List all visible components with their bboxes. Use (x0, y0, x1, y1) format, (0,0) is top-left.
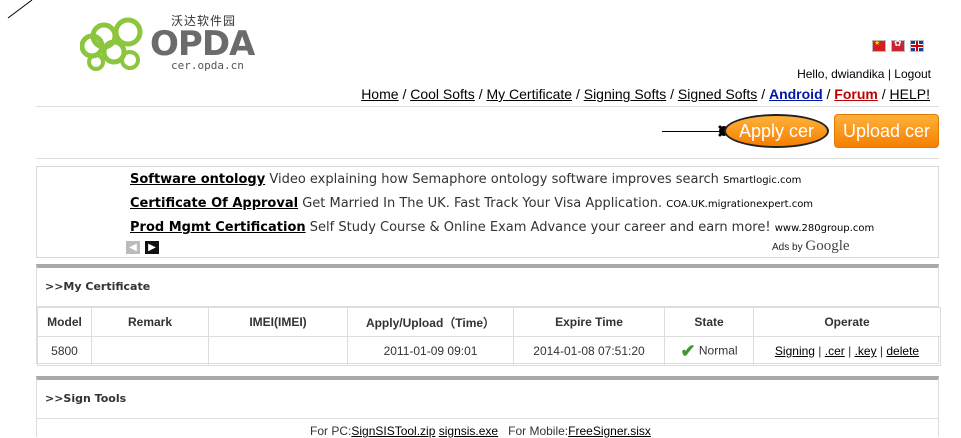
logout-link[interactable]: Logout (894, 67, 931, 81)
ad-item: Prod Mgmt Certification Self Study Cours… (130, 220, 874, 235)
nav-separator: / (402, 86, 407, 102)
nav-forum[interactable]: Forum (834, 86, 878, 102)
nav-separator: / (881, 86, 886, 102)
chevron-left-icon[interactable]: ◀ (126, 241, 140, 254)
signsis-exe-link[interactable]: signsis.exe (439, 424, 498, 438)
header-divider (36, 106, 939, 107)
nav-android[interactable]: Android (769, 86, 823, 102)
cell-model: 5800 (37, 336, 92, 366)
ad-url[interactable]: COA.UK.migrationexpert.com (666, 199, 813, 210)
uk-flag-icon[interactable] (910, 40, 924, 52)
nav-signed-softs[interactable]: Signed Softs (678, 86, 757, 102)
greeting-text: Hello, dwiandika (797, 67, 885, 81)
actions-divider (36, 158, 939, 159)
ad-item: Certificate Of Approval Get Married In T… (130, 196, 813, 211)
nav-separator: / (670, 86, 675, 102)
column-header: Model (37, 307, 92, 337)
china-flag-icon[interactable] (872, 39, 886, 52)
column-header: Operate (753, 307, 941, 337)
taiwan-flag-icon[interactable] (891, 39, 905, 52)
table-header-row: Model Remark IMEI(IMEI) Apply/Upload（Tim… (37, 307, 941, 337)
my-certificate-section: >>My Certificate Model Remark IMEI(IMEI)… (36, 264, 941, 366)
cell-remark (91, 336, 209, 366)
chevron-right-icon[interactable]: ▶ (145, 241, 159, 254)
cell-imei (208, 336, 348, 366)
nav-signing-softs[interactable]: Signing Softs (584, 86, 667, 102)
sign-tools-downloads: For PC:SignSISTool.zip signsis.exe For M… (310, 424, 651, 438)
greeting-separator: | (887, 67, 891, 81)
ad-text: Get Married In The UK. Fast Track Your V… (302, 196, 663, 211)
ad-url[interactable]: Smartlogic.com (723, 175, 801, 186)
column-header: Remark (91, 307, 209, 337)
ad-title-link[interactable]: Prod Mgmt Certification (130, 220, 306, 235)
section-title: >>My Certificate (37, 268, 938, 307)
nav-separator: / (826, 86, 831, 102)
main-nav: Home / Cool Softs / My Certificate / Sig… (361, 86, 930, 102)
delete-link[interactable]: delete (886, 344, 919, 358)
nav-separator: / (761, 86, 766, 102)
cer-link[interactable]: .cer (825, 344, 845, 358)
nav-home[interactable]: Home (361, 86, 398, 102)
logo-wordmark: OPDA (150, 24, 255, 64)
ad-item: Software ontology Video explaining how S… (130, 172, 801, 187)
table-row: 5800 2011-01-09 09:01 2014-01-08 07:51:2… (37, 336, 941, 366)
checkmark-icon: ✔ (680, 340, 696, 361)
nav-separator: / (478, 86, 483, 102)
cell-state: ✔ Normal (664, 336, 754, 366)
cell-operate: Signing | .cer | .key | delete (753, 336, 941, 366)
key-link[interactable]: .key (855, 344, 877, 358)
ad-title-link[interactable]: Certificate Of Approval (130, 196, 298, 211)
column-header: State (664, 307, 754, 337)
cell-apply-time: 2011-01-09 09:01 (347, 336, 514, 366)
language-flags (872, 39, 924, 54)
upload-cer-button[interactable]: Upload cer (834, 114, 939, 148)
ad-text: Self Study Course & Online Exam Advance … (309, 220, 771, 235)
google-logo: Google (805, 238, 850, 254)
corner-decoration (7, 0, 33, 19)
ads-by-google[interactable]: Ads by Google (772, 238, 850, 255)
nav-my-certificate[interactable]: My Certificate (486, 86, 572, 102)
ad-text: Video explaining how Semaphore ontology … (269, 172, 719, 187)
ad-url[interactable]: www.280group.com (775, 223, 874, 234)
apply-cer-button[interactable]: Apply cer (724, 114, 829, 148)
section-title: >>Sign Tools (37, 380, 938, 419)
nav-help[interactable]: HELP! (890, 86, 930, 102)
state-text: Normal (698, 343, 738, 358)
ads-by-label: Ads by (772, 242, 803, 253)
nav-separator: / (575, 86, 580, 102)
logo-domain: cer.opda.cn (171, 59, 244, 72)
ad-title-link[interactable]: Software ontology (130, 172, 265, 187)
nav-cool-softs[interactable]: Cool Softs (410, 86, 475, 102)
column-header: Expire Time (513, 307, 665, 337)
signing-link[interactable]: Signing (775, 344, 815, 358)
ad-pager: ◀ ▶ (126, 241, 159, 254)
column-header: IMEI(IMEI) (208, 307, 348, 337)
signsistool-link[interactable]: SignSISTool.zip (351, 424, 435, 438)
mobile-label: For Mobile: (508, 424, 569, 438)
cell-expire-time: 2014-01-08 07:51:20 (513, 336, 665, 366)
pointer-line (662, 131, 722, 132)
certificate-table: Model Remark IMEI(IMEI) Apply/Upload（Tim… (37, 307, 941, 366)
user-greeting-bar: Hello, dwiandika | Logout (797, 67, 931, 81)
pc-label: For PC: (310, 424, 352, 438)
column-header: Apply/Upload（Time） (347, 307, 514, 337)
freesigner-link[interactable]: FreeSigner.sisx (568, 424, 651, 438)
